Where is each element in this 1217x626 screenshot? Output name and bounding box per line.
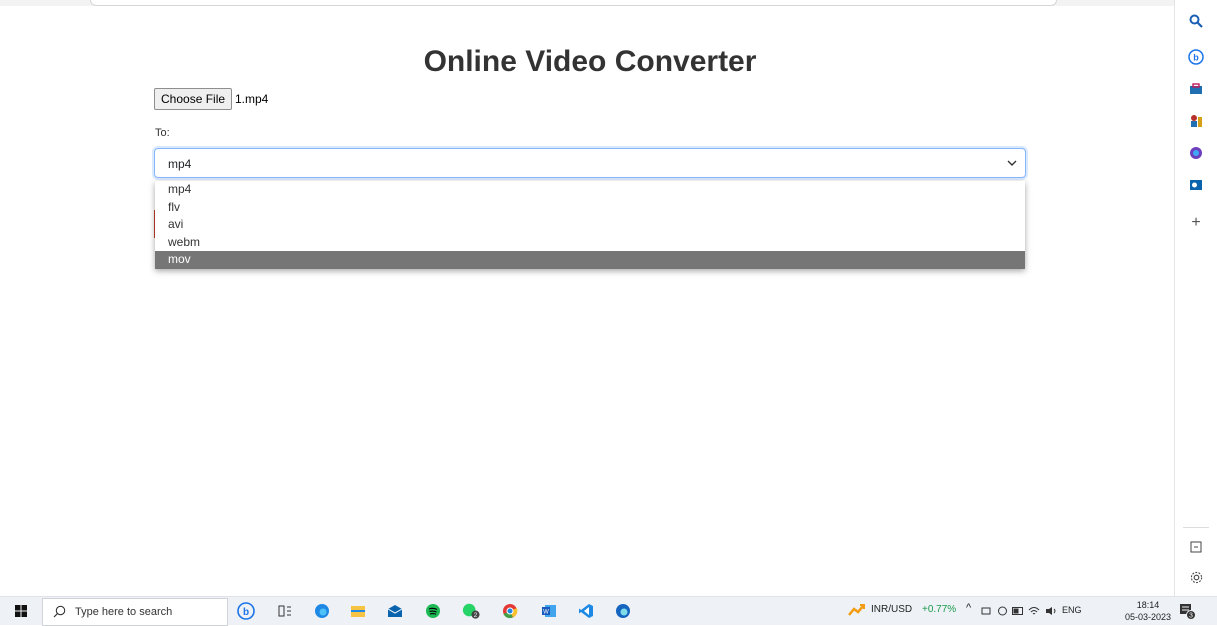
format-option-mov[interactable]: mov — [155, 251, 1025, 269]
taskbar-clock[interactable]: 18:14 05-03-2023 — [1125, 599, 1171, 623]
taskbar-search-box[interactable]: Type here to search — [42, 598, 228, 626]
search-icon[interactable] — [1187, 12, 1205, 30]
outlook-icon[interactable] — [1187, 176, 1205, 194]
windows-taskbar: Type here to search b 2 W INR/USD +0.77%… — [0, 596, 1217, 626]
wifi-icon[interactable] — [1028, 602, 1040, 620]
battery-icon[interactable] — [1012, 602, 1024, 620]
sidebar-divider — [1183, 527, 1209, 528]
add-icon[interactable]: + — [1187, 214, 1205, 232]
svg-text:b: b — [243, 607, 249, 618]
notification-count: 3 — [1189, 613, 1193, 620]
task-view-icon[interactable] — [276, 602, 294, 620]
format-select-value: mp4 — [168, 157, 192, 171]
file-explorer-icon[interactable] — [349, 602, 367, 620]
browser-sidebar: b + — [1174, 0, 1217, 596]
whatsapp-badge-count: 2 — [474, 612, 478, 619]
vscode-icon[interactable] — [577, 602, 595, 620]
volume-icon[interactable] — [1044, 602, 1058, 620]
word-icon[interactable]: W — [540, 602, 558, 620]
format-option-avi[interactable]: avi — [155, 216, 1025, 234]
stock-change[interactable]: +0.77% — [922, 604, 956, 615]
format-option-webm[interactable]: webm — [155, 234, 1025, 252]
stock-ticker[interactable]: INR/USD — [871, 604, 912, 615]
bing-icon[interactable]: b — [1187, 48, 1205, 66]
spotify-icon[interactable] — [424, 602, 442, 620]
language-indicator[interactable]: ENG — [1062, 605, 1082, 615]
page-title: Online Video Converter — [423, 45, 757, 78]
search-icon — [53, 605, 66, 618]
format-select[interactable]: mp4 — [154, 148, 1026, 178]
svg-text:W: W — [543, 610, 549, 616]
selected-file-name: 1.mp4 — [235, 92, 269, 106]
shopping-icon[interactable] — [1187, 80, 1205, 98]
chevron-down-icon — [1007, 160, 1017, 166]
choose-file-button[interactable]: Choose File — [154, 88, 233, 110]
whatsapp-icon[interactable]: 2 — [462, 602, 480, 620]
network-status-icon[interactable] — [996, 602, 1008, 620]
games-icon[interactable] — [1187, 112, 1205, 130]
mail-icon[interactable] — [386, 602, 404, 620]
clock-time: 18:14 — [1136, 600, 1160, 610]
clock-date: 05-03-2023 — [1125, 612, 1172, 622]
format-dropdown: mp4 flv avi webm mov — [155, 181, 1025, 269]
windows-start-icon[interactable] — [15, 605, 27, 617]
bing-icon[interactable]: b — [237, 602, 255, 620]
taskbar-search-placeholder: Type here to search — [75, 606, 173, 618]
stock-widget-icon[interactable] — [848, 602, 866, 620]
main-content: Online Video Converter Choose File 1.mp4… — [0, 0, 1174, 596]
format-option-flv[interactable]: flv — [155, 199, 1025, 217]
onedrive-icon[interactable] — [980, 602, 992, 620]
chrome-icon[interactable] — [501, 602, 519, 620]
gear-icon[interactable] — [1187, 568, 1205, 586]
notifications-icon[interactable]: 3 — [1178, 602, 1196, 620]
hide-sidebar-icon[interactable] — [1187, 538, 1205, 556]
to-label: To: — [155, 127, 170, 139]
edge-icon[interactable] — [313, 602, 331, 620]
svg-text:b: b — [1193, 53, 1199, 63]
edge-beta-icon[interactable] — [614, 602, 632, 620]
office-icon[interactable] — [1187, 144, 1205, 162]
format-option-mp4[interactable]: mp4 — [155, 181, 1025, 199]
chevron-up-icon[interactable]: ^ — [966, 602, 971, 614]
